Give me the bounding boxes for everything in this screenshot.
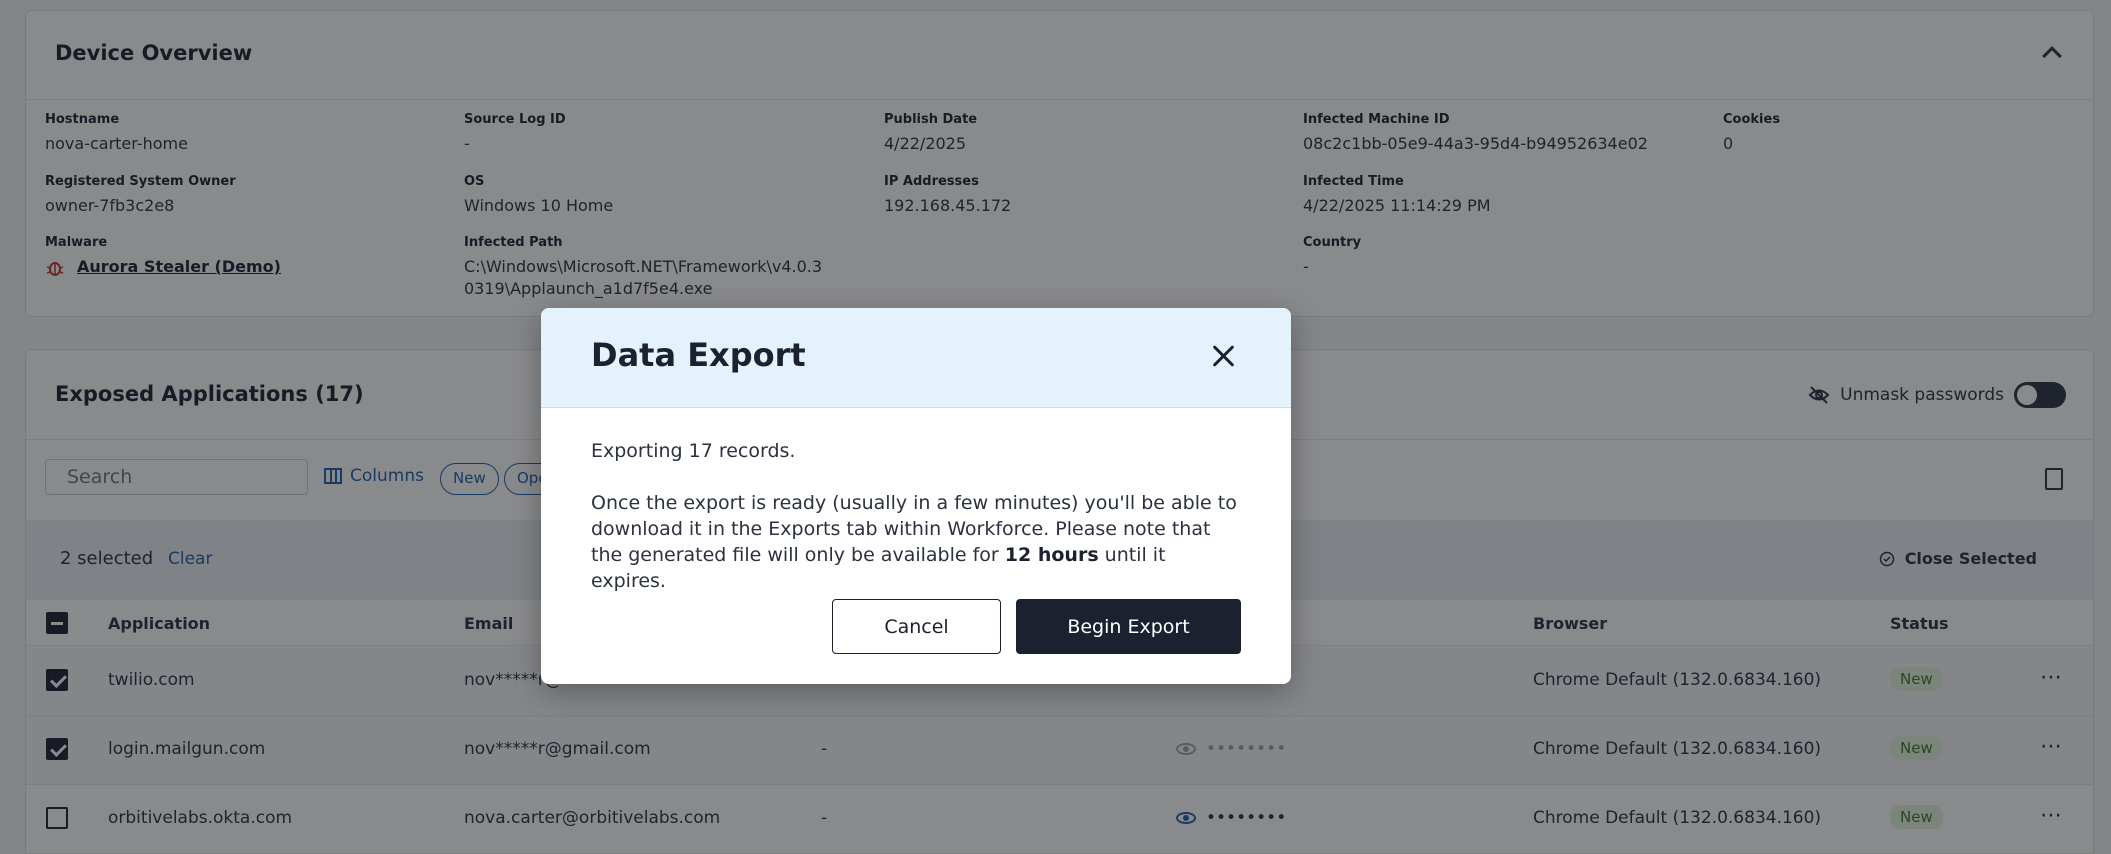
data-export-modal: Data Export Exporting 17 records. Once t…: [541, 308, 1291, 684]
modal-header: Data Export: [541, 308, 1291, 408]
export-info-text: Once the export is ready (usually in a f…: [591, 490, 1241, 594]
modal-body: Exporting 17 records. Once the export is…: [591, 438, 1241, 620]
close-icon[interactable]: [1211, 344, 1235, 368]
modal-title: Data Export: [591, 336, 806, 374]
export-count-text: Exporting 17 records.: [591, 440, 796, 462]
export-expiry-duration: 12 hours: [1004, 544, 1099, 566]
begin-export-button[interactable]: Begin Export: [1016, 599, 1241, 654]
cancel-button[interactable]: Cancel: [832, 599, 1001, 654]
